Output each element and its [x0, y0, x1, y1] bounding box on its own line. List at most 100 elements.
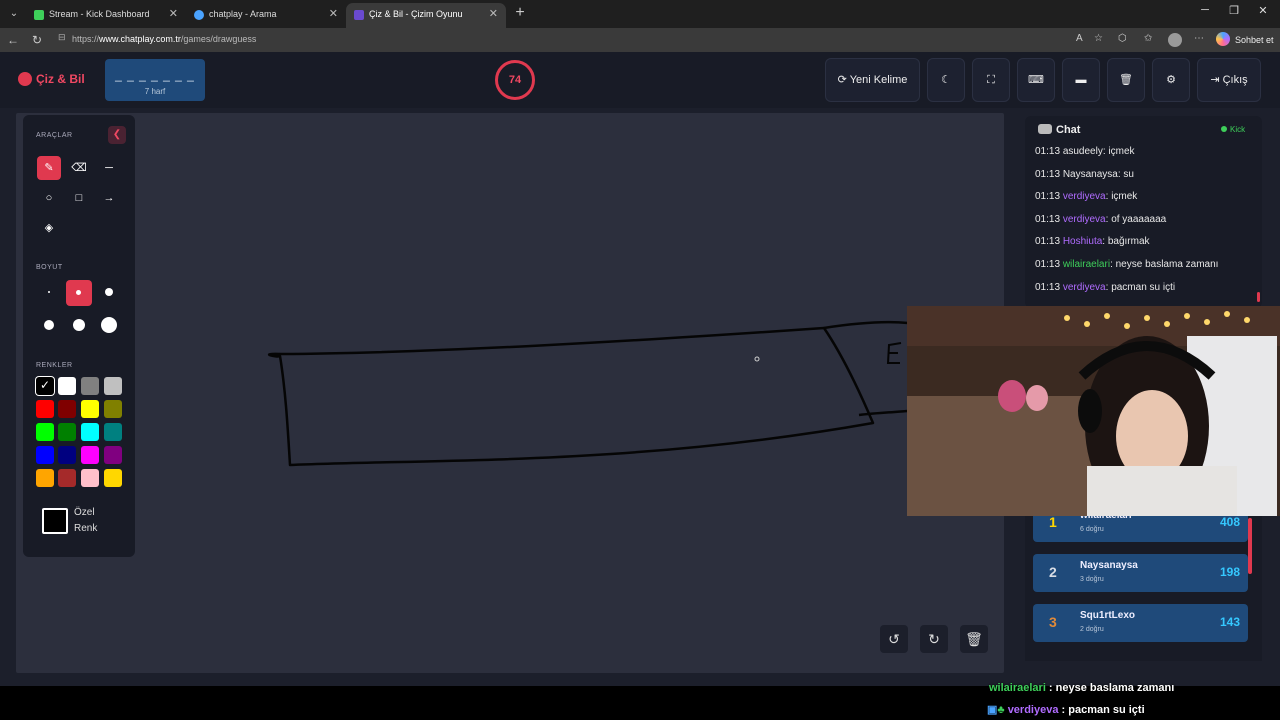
close-tab-icon[interactable]: ✕	[329, 3, 338, 25]
drawing-canvas[interactable]	[16, 113, 1004, 673]
color-swatch[interactable]	[104, 400, 122, 418]
fill-tool[interactable]: ◈	[37, 216, 61, 240]
color-swatch[interactable]	[36, 400, 54, 418]
close-tab-icon[interactable]: ✕	[169, 3, 178, 25]
eraser-tool[interactable]: ⌫	[67, 156, 91, 180]
color-swatch[interactable]	[104, 446, 122, 464]
line-tool[interactable]: ─	[97, 156, 121, 180]
minimize-icon[interactable]: ─	[1196, 4, 1214, 16]
moon-icon: ☾	[941, 74, 951, 86]
logout-button[interactable]: ⇥ Çıkış	[1197, 58, 1261, 102]
color-swatch[interactable]	[58, 400, 76, 418]
fullscreen-button[interactable]: ⛶	[972, 58, 1010, 102]
favorite-star-icon[interactable]: ☆	[1094, 33, 1103, 44]
tab-title: Stream - Kick Dashboard	[49, 9, 150, 19]
refresh-icon: ⟳	[837, 74, 850, 86]
tab-list-button[interactable]: ⌄	[4, 4, 24, 24]
webcam-overlay	[907, 306, 1280, 516]
color-swatch[interactable]	[36, 423, 54, 441]
size-dot	[76, 290, 81, 295]
keyboard-button[interactable]: ⌨	[1017, 58, 1055, 102]
message-user[interactable]: verdiyeva	[1063, 214, 1106, 225]
custom-color-picker[interactable]	[42, 508, 68, 534]
chat-sidebar-button[interactable]: Sohbet et	[1235, 35, 1274, 45]
color-swatch[interactable]	[36, 469, 54, 487]
color-swatch[interactable]	[81, 400, 99, 418]
arrow-tool[interactable]: →	[97, 186, 121, 210]
search-icon	[194, 9, 204, 20]
restore-icon[interactable]: ❐	[1225, 4, 1243, 17]
message-user[interactable]: Naysanaysa	[1063, 169, 1118, 180]
size-option-4[interactable]	[37, 313, 61, 337]
color-swatch[interactable]	[104, 469, 122, 487]
size-option-2[interactable]	[66, 280, 92, 306]
message-user[interactable]: wilairaelari	[1063, 259, 1110, 270]
tab-search[interactable]: chatplay - Arama ✕	[186, 3, 346, 28]
close-window-icon[interactable]: ✕	[1254, 4, 1272, 17]
collapse-panel-button[interactable]: ❮	[108, 126, 126, 144]
rectangle-tool[interactable]: □	[67, 186, 91, 210]
profile-avatar[interactable]	[1168, 33, 1182, 47]
checkmark-icon: ✓	[40, 378, 51, 392]
clear-canvas-button[interactable]: 🗑	[960, 625, 988, 653]
chat-source-badge: Kick	[1221, 125, 1245, 134]
color-swatch[interactable]	[36, 446, 54, 464]
color-swatch[interactable]	[58, 446, 76, 464]
close-tab-icon[interactable]: ✕	[489, 3, 498, 25]
extensions-icon[interactable]: ⬡	[1118, 33, 1127, 44]
message-user[interactable]: asudeely	[1063, 146, 1103, 157]
size-option-5[interactable]	[67, 313, 91, 337]
color-swatch[interactable]	[81, 423, 99, 441]
rectangle-icon: □	[75, 192, 83, 204]
color-swatch[interactable]	[81, 469, 99, 487]
player-score: 143	[1219, 615, 1240, 629]
color-swatch[interactable]	[58, 469, 76, 487]
redo-button[interactable]: ↻	[920, 625, 948, 653]
site-info-icon[interactable]: ⊟	[58, 32, 66, 43]
chat-bubble-icon	[1038, 124, 1052, 134]
clear-button[interactable]: 🗑	[1107, 58, 1145, 102]
color-swatch[interactable]	[58, 377, 76, 395]
copilot-icon[interactable]	[1216, 32, 1230, 46]
player-score: 198	[1219, 565, 1240, 579]
size-option-6[interactable]	[97, 313, 121, 337]
leaderboard-scrollbar[interactable]	[1248, 518, 1252, 574]
url-field[interactable]: ⊟ https://www.chatplay.com.tr/games/draw…	[52, 31, 1182, 49]
new-word-button[interactable]: ⟳ Yeni Kelime	[825, 58, 920, 102]
message-user[interactable]: Hoshiuta	[1063, 236, 1102, 247]
color-swatch[interactable]	[104, 423, 122, 441]
word-length-hint: 7 harf	[144, 87, 166, 96]
player-score: 408	[1219, 516, 1240, 529]
tab-drawing-game[interactable]: Çiz & Bil - Çizim Oyunu ✕	[346, 3, 506, 28]
favorites-icon[interactable]: ✩	[1144, 33, 1152, 44]
color-swatch[interactable]	[58, 423, 76, 441]
chatplay-icon	[354, 9, 364, 20]
color-swatch[interactable]: ✓	[36, 377, 54, 395]
fill-bucket-icon: ◈	[44, 222, 54, 234]
chat-scrollbar[interactable]	[1257, 292, 1260, 302]
settings-button[interactable]: ⚙	[1152, 58, 1190, 102]
size-option-3[interactable]	[97, 280, 121, 304]
dark-mode-button[interactable]: ☾	[927, 58, 965, 102]
message-user[interactable]: verdiyeva	[1063, 191, 1106, 202]
window-button[interactable]: ▬	[1062, 58, 1100, 102]
overlay-message: ▣♣ verdiyeva : pacman su içti	[987, 704, 1145, 716]
tab-kick-dashboard[interactable]: Stream - Kick Dashboard ✕	[26, 3, 186, 28]
pen-tool[interactable]: ✎	[37, 156, 61, 180]
circle-tool[interactable]: ○	[37, 186, 61, 210]
message-user[interactable]: verdiyeva	[1063, 282, 1106, 293]
back-icon[interactable]: ←	[5, 32, 21, 48]
color-swatch[interactable]	[81, 377, 99, 395]
more-menu-icon[interactable]: ⋯	[1194, 33, 1204, 44]
color-swatch[interactable]	[104, 377, 122, 395]
new-tab-button[interactable]: +	[511, 4, 529, 22]
word-dashes: _ _ _ _ _ _ _	[115, 68, 195, 82]
size-option-1[interactable]	[37, 280, 61, 304]
read-aloud-icon[interactable]: A	[1076, 33, 1083, 44]
color-swatch[interactable]	[81, 446, 99, 464]
refresh-icon[interactable]: ↻	[29, 32, 45, 48]
player-correct-count: 2 doğru	[1080, 626, 1104, 633]
message-time: 01:13	[1035, 259, 1061, 270]
undo-button[interactable]: ↺	[880, 625, 908, 653]
webcam-image	[907, 306, 1280, 516]
